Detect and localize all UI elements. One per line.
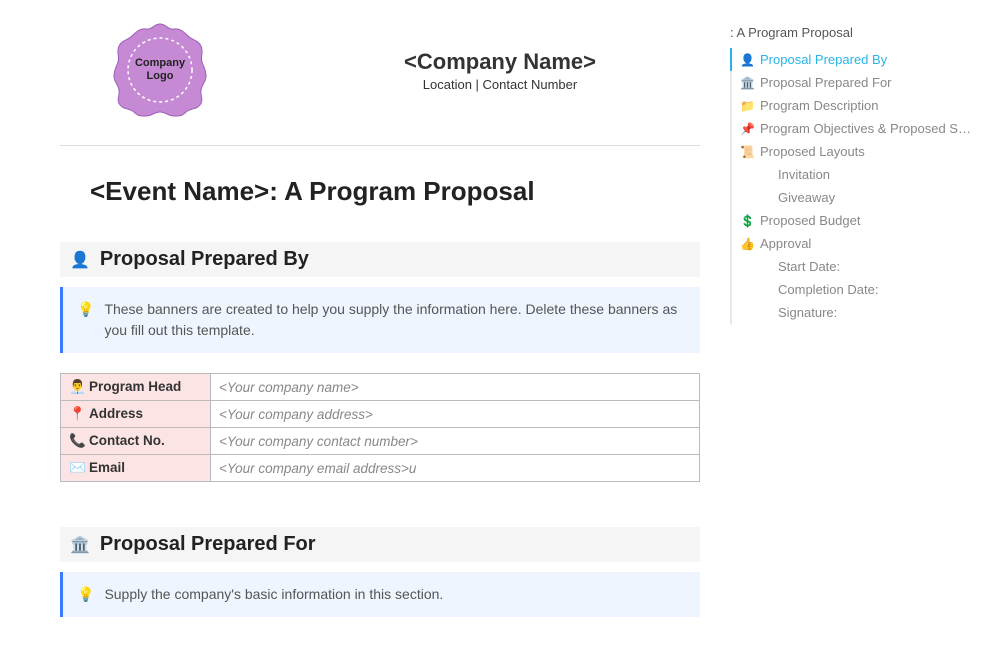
building-icon: 🏛️ xyxy=(70,535,90,555)
info-banner: 💡 These banners are created to help you … xyxy=(60,287,700,353)
company-subline: Location | Contact Number xyxy=(300,77,700,92)
banner-text: Supply the company's basic information i… xyxy=(104,584,443,605)
outline-item[interactable]: 📁 Program Description xyxy=(730,94,985,117)
address-field[interactable]: <Your company address> xyxy=(211,401,700,428)
outline-item[interactable]: 💲 Proposed Budget xyxy=(730,209,985,232)
outline-item-icon: 💲 xyxy=(740,214,754,228)
lightbulb-icon: 💡 xyxy=(77,584,94,605)
outline-item[interactable]: 👍 Approval xyxy=(730,232,985,255)
outline-item-label: Invitation xyxy=(778,167,830,182)
outline-item[interactable]: Signature: xyxy=(730,301,985,324)
document-header: Company Logo <Company Name> Location | C… xyxy=(60,20,700,120)
outline-item-label: Program Objectives & Proposed S… xyxy=(760,121,971,136)
outline-item[interactable]: 📌 Program Objectives & Proposed S… xyxy=(730,117,985,140)
outline-item-label: Program Description xyxy=(760,98,879,113)
outline-item[interactable]: 📜 Proposed Layouts xyxy=(730,140,985,163)
program-head-field[interactable]: <Your company name> xyxy=(211,374,700,401)
contact-field[interactable]: <Your company contact number> xyxy=(211,428,700,455)
outline-item-label: Approval xyxy=(760,236,811,251)
outline-item[interactable]: Start Date: xyxy=(730,255,985,278)
email-field[interactable]: <Your company email address>u xyxy=(211,455,700,482)
divider xyxy=(60,145,700,146)
outline-item-label: Proposed Budget xyxy=(760,213,860,228)
document-outline: : A Program Proposal 👤 Proposal Prepared … xyxy=(730,25,985,324)
outline-item-label: Proposal Prepared By xyxy=(760,52,887,67)
outline-item-label: Proposal Prepared For xyxy=(760,75,892,90)
outline-item-icon: 🏛️ xyxy=(740,76,754,90)
lightbulb-icon: 💡 xyxy=(77,299,94,341)
info-banner: 💡 Supply the company's basic information… xyxy=(60,572,700,617)
field-label: Address xyxy=(89,406,143,421)
section-proposal-prepared-by: 👤 Proposal Prepared By xyxy=(60,242,700,277)
event-title: <Event Name>: A Program Proposal xyxy=(90,176,700,207)
outline-item-icon: 👍 xyxy=(740,237,754,251)
outline-item-icon: 👤 xyxy=(740,53,754,67)
outline-item-label: Giveaway xyxy=(778,190,835,205)
person-icon: 👤 xyxy=(70,250,90,270)
outline-item-icon: 📁 xyxy=(740,99,754,113)
logo-text-line2: Logo xyxy=(147,70,174,82)
address-icon: 📍 xyxy=(69,406,85,422)
logo-container: Company Logo xyxy=(60,20,260,120)
program-head-icon: 👨‍💼 xyxy=(69,379,85,395)
phone-icon: 📞 xyxy=(69,433,85,449)
table-row: 📍 Address <Your company address> xyxy=(61,401,700,428)
prepared-by-table: 👨‍💼 Program Head <Your company name> 📍 Add… xyxy=(60,373,700,482)
outline-item[interactable]: Invitation xyxy=(730,163,985,186)
outline-item-icon: 📌 xyxy=(740,122,754,136)
outline-item[interactable]: Completion Date: xyxy=(730,278,985,301)
field-label: Email xyxy=(89,460,125,475)
company-logo: Company Logo xyxy=(110,20,210,120)
table-row: 📞 Contact No. <Your company contact numbe… xyxy=(61,428,700,455)
field-label: Contact No. xyxy=(89,433,165,448)
outline-item-icon: 📜 xyxy=(740,145,754,159)
section-title: Proposal Prepared For xyxy=(100,533,316,556)
table-row: ✉️ Email <Your company email address>u xyxy=(61,455,700,482)
outline-item-label: Start Date: xyxy=(778,259,840,274)
banner-text: These banners are created to help you su… xyxy=(104,299,686,341)
logo-text-line1: Company xyxy=(135,57,185,69)
section-title: Proposal Prepared By xyxy=(100,248,309,271)
outline-item[interactable]: 👤 Proposal Prepared By xyxy=(730,48,985,71)
outline-item-label: Completion Date: xyxy=(778,282,878,297)
outline-item[interactable]: Giveaway xyxy=(730,186,985,209)
outline-item-label: Proposed Layouts xyxy=(760,144,865,159)
section-proposal-prepared-for: 🏛️ Proposal Prepared For xyxy=(60,527,700,562)
company-name: <Company Name> xyxy=(300,49,700,75)
outline-header: : A Program Proposal xyxy=(730,25,985,40)
outline-item[interactable]: 🏛️ Proposal Prepared For xyxy=(730,71,985,94)
field-label: Program Head xyxy=(89,379,181,394)
outline-item-label: Signature: xyxy=(778,305,837,320)
email-icon: ✉️ xyxy=(69,460,85,476)
table-row: 👨‍💼 Program Head <Your company name> xyxy=(61,374,700,401)
